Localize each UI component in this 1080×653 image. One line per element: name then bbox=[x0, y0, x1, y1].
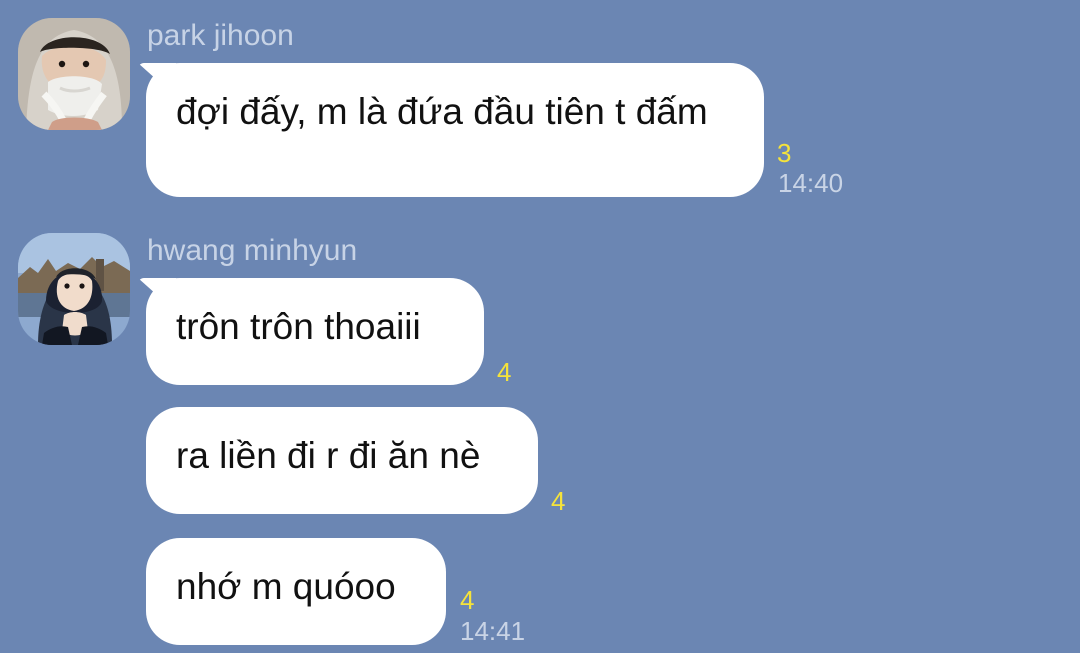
profile-photo-icon bbox=[18, 18, 130, 130]
message-text: ra liền đi r đi ăn nè bbox=[176, 435, 481, 476]
unread-count: 4 bbox=[551, 486, 566, 516]
sender-name: hwang minhyun bbox=[147, 234, 358, 267]
message-bubble[interactable]: nhớ m quóoo bbox=[146, 538, 446, 645]
message-text: nhớ m quóoo bbox=[176, 566, 396, 607]
message-bubble[interactable]: trôn trôn thoaiii bbox=[146, 278, 484, 385]
message-bubble[interactable]: ra liền đi r đi ăn nè bbox=[146, 407, 538, 514]
profile-photo-icon bbox=[18, 233, 130, 345]
message-text: đợi đấy, m là đứa đầu tiên t đấm bbox=[176, 91, 708, 132]
chat-area[interactable]: park jihoon đợi đấy, m là đứa đầu tiên t… bbox=[0, 0, 1080, 653]
message-text: trôn trôn thoaiii bbox=[176, 306, 421, 347]
unread-count: 4 bbox=[460, 585, 475, 615]
avatar-park-jihoon[interactable] bbox=[18, 18, 130, 130]
message-time: 14:41 bbox=[460, 616, 526, 646]
sender-name: park jihoon bbox=[147, 19, 294, 52]
unread-count: 4 bbox=[497, 357, 512, 387]
message-time: 14:40 bbox=[778, 168, 844, 198]
unread-count: 3 bbox=[777, 138, 792, 168]
message-bubble[interactable]: đợi đấy, m là đứa đầu tiên t đấm bbox=[146, 63, 764, 197]
avatar-hwang-minhyun[interactable] bbox=[18, 233, 130, 345]
